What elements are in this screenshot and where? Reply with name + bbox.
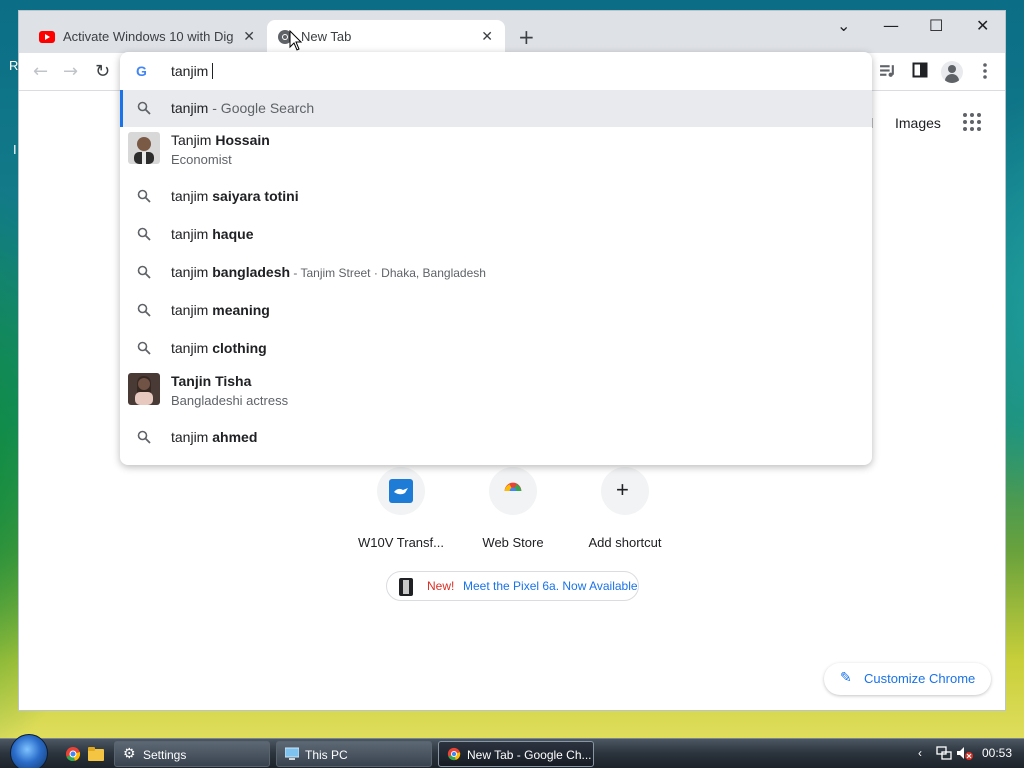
reload-button[interactable]: ↻ [95,61,110,82]
omnibox-input[interactable]: G tanjim [120,52,872,90]
close-window-button[interactable]: ✕ [976,16,989,35]
taskbar-item-chrome[interactable]: New Tab - Google Ch... [438,741,594,767]
chrome-icon [447,747,461,761]
clock: 00:53 [982,746,1013,760]
promo-banner[interactable]: New! Meet the Pixel 6a. Now Available [386,571,639,601]
desktop-icon-label-fragment: R [9,58,19,73]
maximize-button[interactable]: ☐ [929,16,943,35]
suggestion-item[interactable]: tanjim bangladesh - Tanjim Street · Dhak… [120,254,872,292]
gear-icon: ⚙ [123,745,136,761]
google-g-icon: G [136,63,147,79]
tab-strip: Activate Windows 10 with Digita ✕ New Ta… [19,11,1005,53]
tab-title: New Tab [301,29,352,44]
suggestion-entity[interactable]: Tanjin Tisha Bangladeshi actress [120,368,872,413]
minimize-button[interactable]: — [883,16,899,35]
promo-text: Meet the Pixel 6a. Now Available [463,579,638,593]
customize-chrome-button[interactable]: ✎ Customize Chrome [824,663,991,695]
chrome-web-store-icon [503,482,523,498]
google-apps-icon[interactable] [963,113,981,131]
promo-new-label: New! [427,579,455,593]
network-icon[interactable] [936,746,952,760]
plus-icon: + [616,477,629,502]
suggestion-entity[interactable]: Tanjim Hossain Economist [120,127,872,172]
tab-title: Activate Windows 10 with Digita [63,29,233,44]
text-caret [212,63,214,79]
search-icon [137,430,151,444]
shortcut-w10v[interactable]: W10V Transf... [345,467,457,550]
close-tab-icon[interactable]: ✕ [481,28,493,45]
taskbar-item-this-pc[interactable]: This PC [276,741,432,767]
profile-avatar[interactable] [941,61,963,83]
customize-label: Customize Chrome [864,671,976,686]
youtube-icon [39,31,55,43]
shortcut-web-store[interactable]: Web Store [457,467,569,550]
side-panel-icon[interactable] [912,62,928,78]
pencil-icon: ✎ [840,669,852,685]
shortcut-label: Web Store [482,535,544,550]
tab-activate-windows[interactable]: Activate Windows 10 with Digita ✕ [29,20,267,53]
tab-search-icon[interactable]: ⌄ [837,16,850,35]
suggestion-item[interactable]: tanjim ahmed [120,419,872,457]
back-button[interactable]: ← [33,61,48,82]
taskbar: ⚙ Settings This PC New Tab - Google Ch..… [0,734,1024,768]
omnibox-value: tanjim [171,63,214,79]
forward-button[interactable]: → [63,61,78,82]
suggestion-item[interactable]: tanjim haque [120,216,872,254]
images-link[interactable]: Images [895,115,941,131]
person-thumbnail-icon [128,132,160,164]
reading-list-icon[interactable] [879,62,896,79]
more-menu-icon[interactable] [979,62,991,80]
shortcut-label: Add shortcut [588,535,662,550]
pixel-phone-icon [399,578,413,596]
suggestion-item[interactable]: tanjim clothing [120,330,872,368]
search-icon [137,101,151,115]
omnibox-dropdown: G tanjim tanjim - Google Search Tanjim H… [120,52,872,465]
search-icon [137,265,151,279]
shortcut-add[interactable]: + Add shortcut [569,467,681,550]
volume-muted-icon[interactable] [956,746,974,760]
search-icon [137,189,151,203]
show-hidden-icons-icon[interactable]: ‹ [918,746,922,760]
start-button[interactable] [10,734,48,768]
mouse-cursor-icon [289,30,303,51]
taskbar-item-settings[interactable]: ⚙ Settings [114,741,270,767]
person-thumbnail-icon [128,373,160,405]
folder-quicklaunch-icon[interactable] [88,747,104,761]
close-tab-icon[interactable]: ✕ [243,28,255,45]
search-icon [137,341,151,355]
chrome-quicklaunch-icon[interactable] [65,746,81,762]
search-icon [137,303,151,317]
desktop-icon-label-fragment: I [13,142,17,157]
w10v-icon [389,479,413,503]
search-icon [137,227,151,241]
suggestion-item[interactable]: tanjim meaning [120,292,872,330]
suggestion-item[interactable]: tanjim - Google Search [120,90,872,127]
computer-icon [285,747,299,760]
new-tab-button[interactable]: + [518,25,535,49]
shortcut-label: W10V Transf... [358,535,444,550]
suggestion-item[interactable]: tanjim saiyara totini [120,178,872,216]
